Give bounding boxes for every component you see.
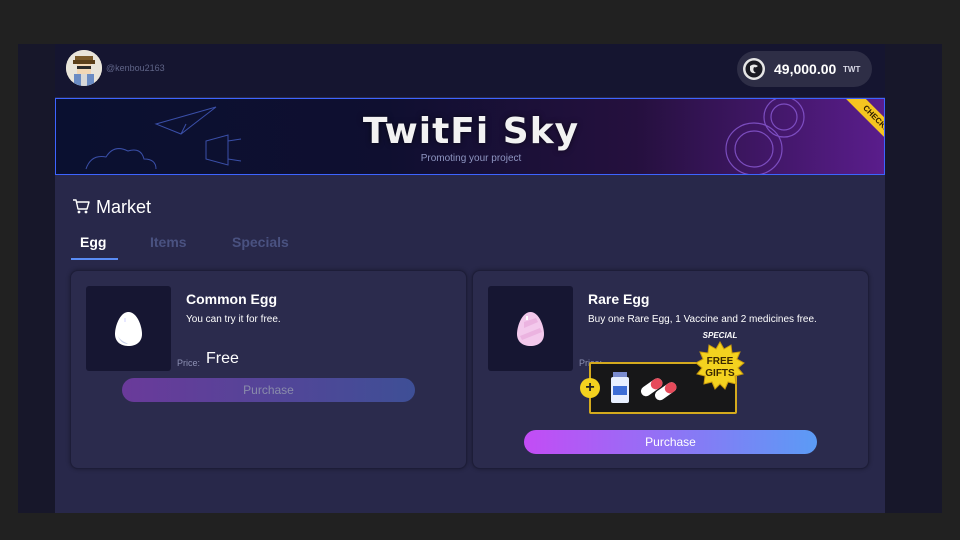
product-description: You can try it for free. bbox=[186, 314, 281, 325]
username: @kenbou2163 bbox=[106, 63, 165, 73]
gift-items bbox=[611, 372, 677, 403]
tab-egg[interactable]: Egg bbox=[80, 234, 106, 250]
product-thumbnail bbox=[86, 286, 171, 371]
top-bar: @kenbou2163 49,000.00 TWT bbox=[55, 44, 885, 97]
plus-icon: + bbox=[580, 378, 600, 398]
product-title: Common Egg bbox=[186, 291, 277, 307]
active-tab-indicator bbox=[71, 258, 118, 260]
tab-specials[interactable]: Specials bbox=[232, 234, 289, 250]
badge-line-2: GIFTS bbox=[705, 368, 735, 379]
product-description: Buy one Rare Egg, 1 Vaccine and 2 medici… bbox=[588, 314, 817, 325]
app-window: @kenbou2163 49,000.00 TWT TwitFi Sky Pro… bbox=[55, 44, 885, 513]
product-card-common-egg: Common Egg You can try it for free. Pric… bbox=[70, 270, 467, 469]
product-card-rare-egg: Rare Egg Buy one Rare Egg, 1 Vaccine and… bbox=[472, 270, 869, 469]
balance-pill[interactable]: 49,000.00 TWT bbox=[737, 51, 872, 87]
common-egg-icon bbox=[115, 312, 142, 346]
vaccine-vial-icon bbox=[611, 372, 629, 403]
avatar-image bbox=[66, 50, 102, 86]
price-value: Free bbox=[206, 350, 239, 367]
badge-line-1: FREE bbox=[706, 356, 734, 367]
purchase-button-common-egg[interactable]: Purchase bbox=[122, 378, 415, 402]
avatar[interactable] bbox=[66, 50, 102, 86]
banner-title: TwitFi Sky bbox=[362, 111, 580, 152]
cart-icon bbox=[73, 199, 90, 214]
purchase-button-rare-egg[interactable]: Purchase bbox=[524, 430, 817, 454]
twt-coin-icon bbox=[743, 58, 765, 80]
market-title: Market bbox=[96, 197, 152, 217]
product-thumbnail bbox=[488, 286, 573, 371]
promo-banner[interactable]: TwitFi Sky Promoting your project CHECK! bbox=[55, 98, 885, 175]
tab-items[interactable]: Items bbox=[150, 234, 187, 250]
special-label: SPECIAL bbox=[702, 331, 738, 340]
product-title: Rare Egg bbox=[588, 291, 650, 307]
price-label: Price: bbox=[177, 358, 201, 368]
banner-subtitle: Promoting your project bbox=[420, 153, 522, 164]
free-gifts-badge: SPECIAL FREE GIFTS bbox=[692, 331, 748, 397]
balance-amount: 49,000.00 bbox=[774, 61, 837, 77]
balance-unit: TWT bbox=[843, 65, 861, 74]
rare-egg-icon bbox=[517, 312, 544, 346]
